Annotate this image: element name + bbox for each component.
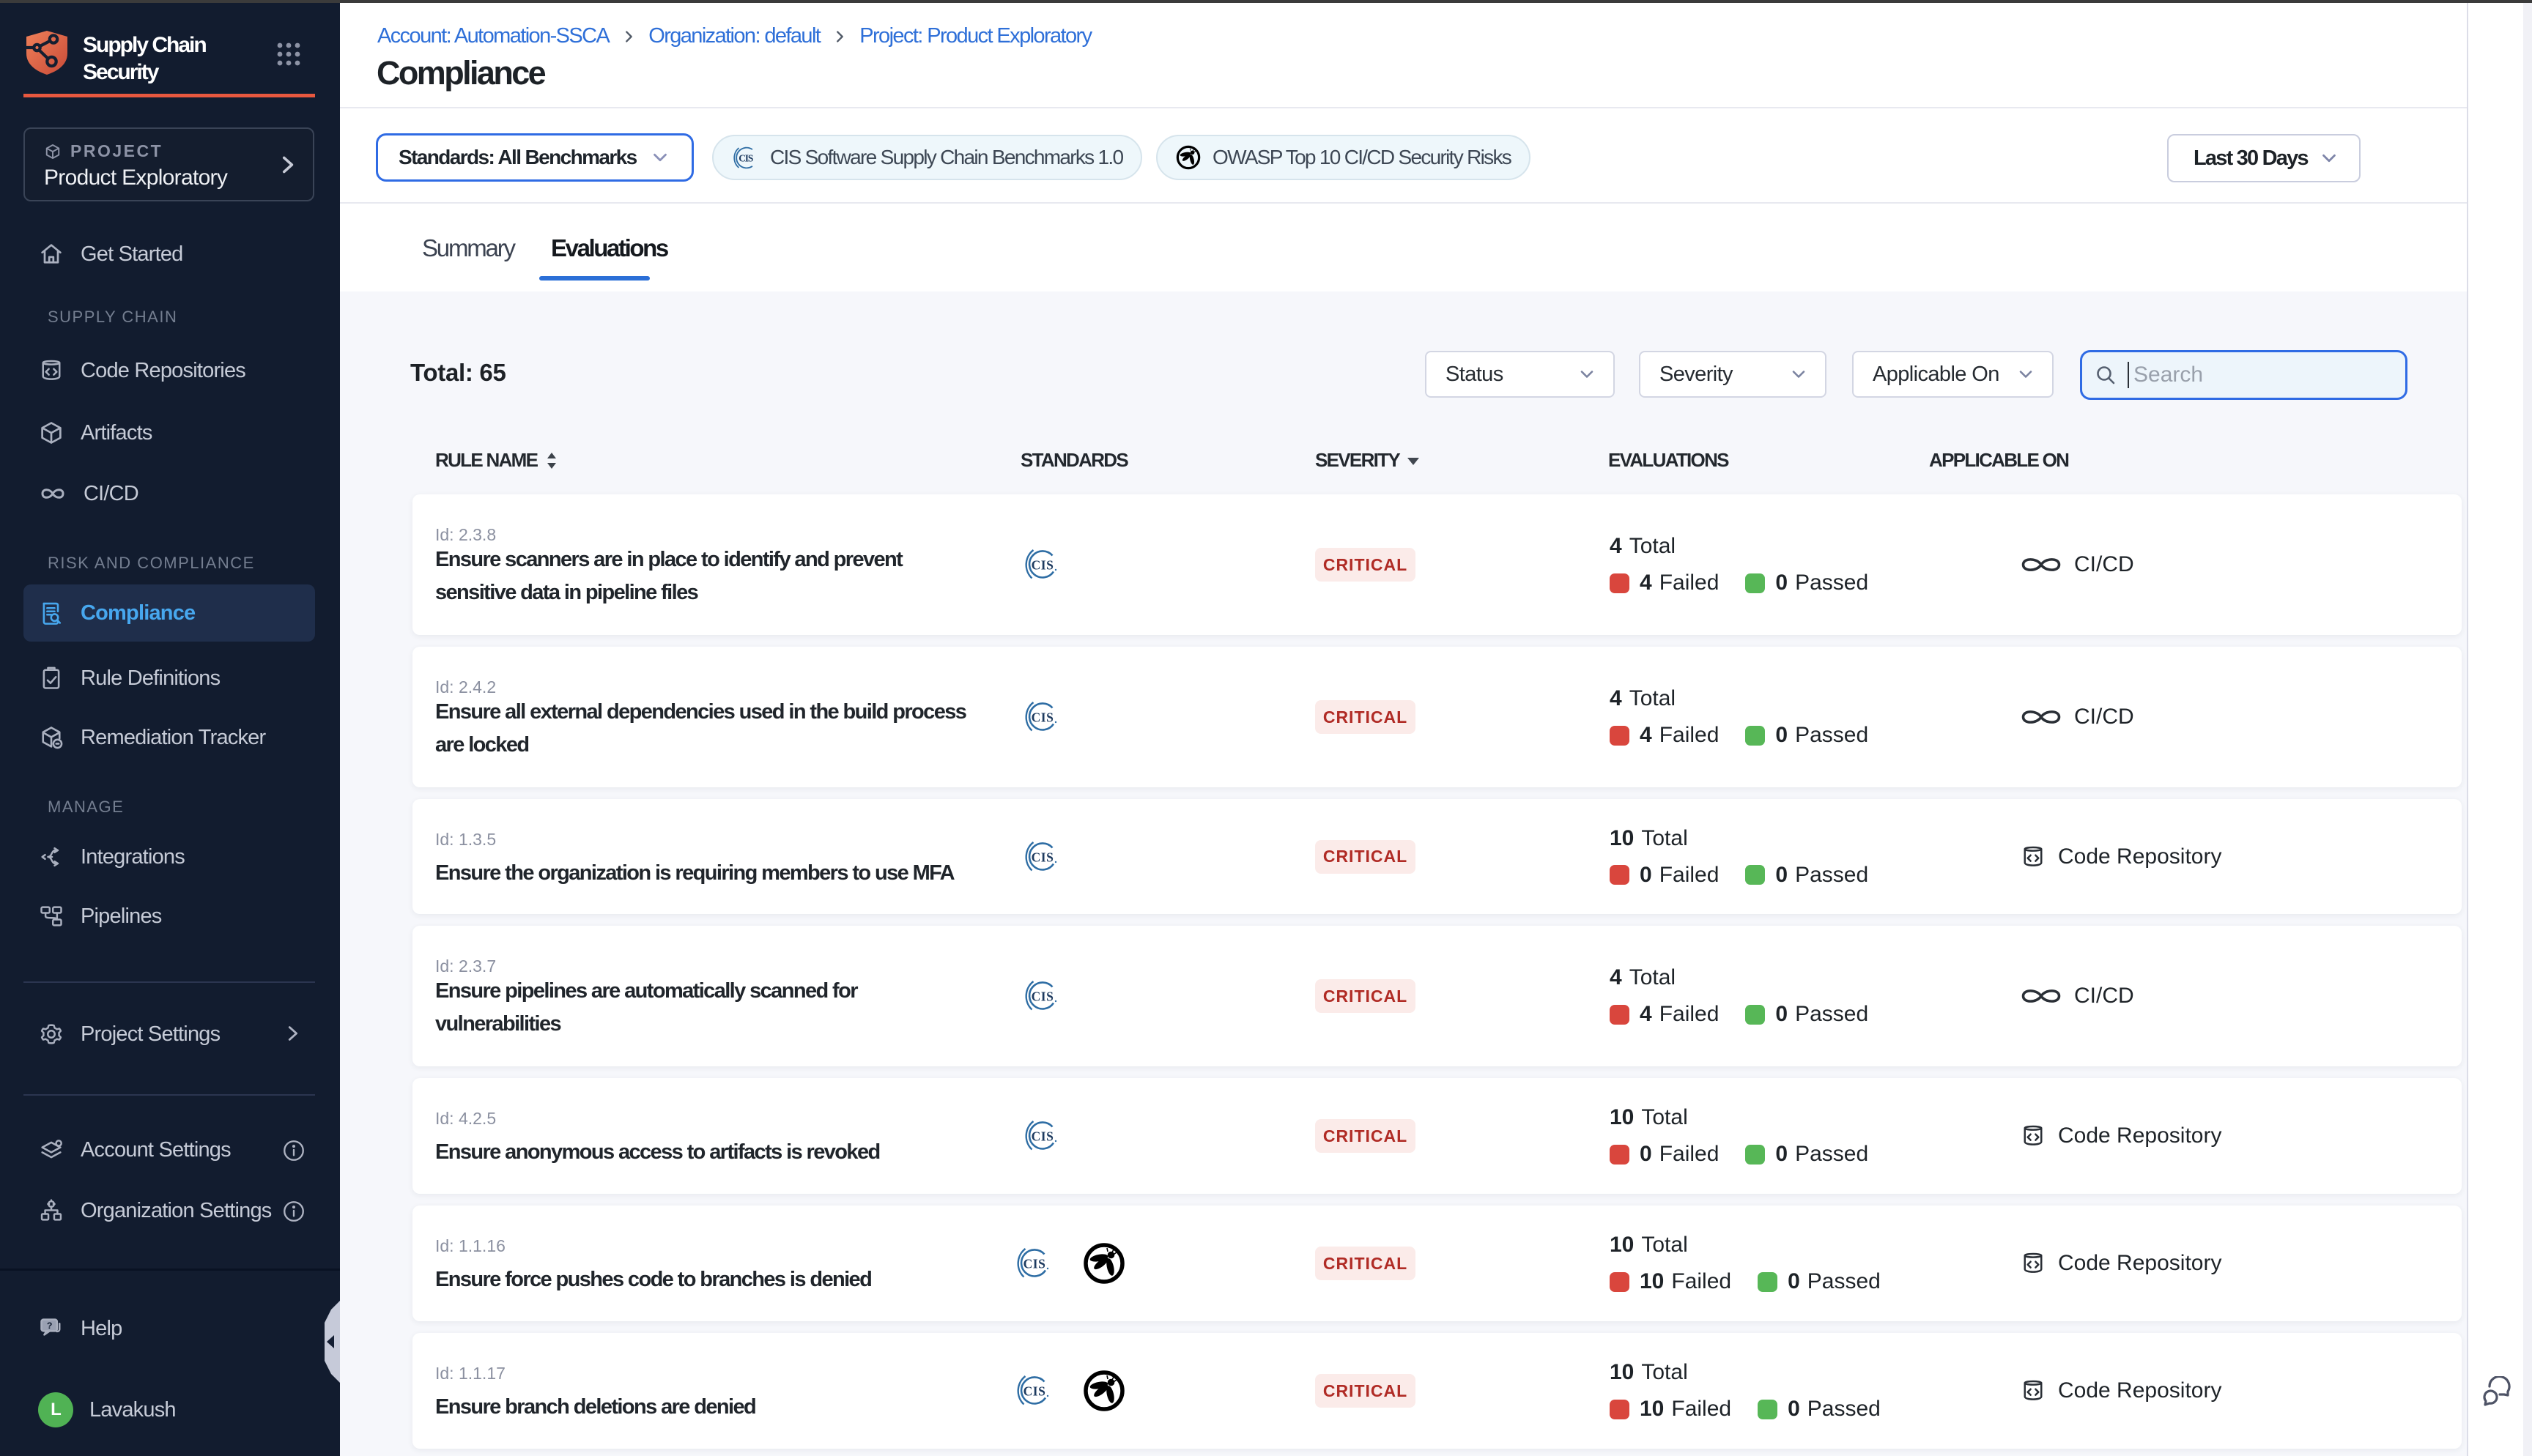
svg-text:?: ? xyxy=(47,1321,52,1331)
svg-text:CIS: CIS xyxy=(1023,1257,1046,1271)
svg-text:CIS: CIS xyxy=(1032,710,1054,725)
svg-text:CIS: CIS xyxy=(738,152,753,163)
svg-text:CIS: CIS xyxy=(1032,558,1054,573)
svg-text:CIS: CIS xyxy=(1023,1384,1046,1399)
svg-text:CIS: CIS xyxy=(1032,850,1054,864)
svg-text:CIS: CIS xyxy=(1032,1129,1054,1144)
svg-text:CIS: CIS xyxy=(1032,989,1054,1004)
